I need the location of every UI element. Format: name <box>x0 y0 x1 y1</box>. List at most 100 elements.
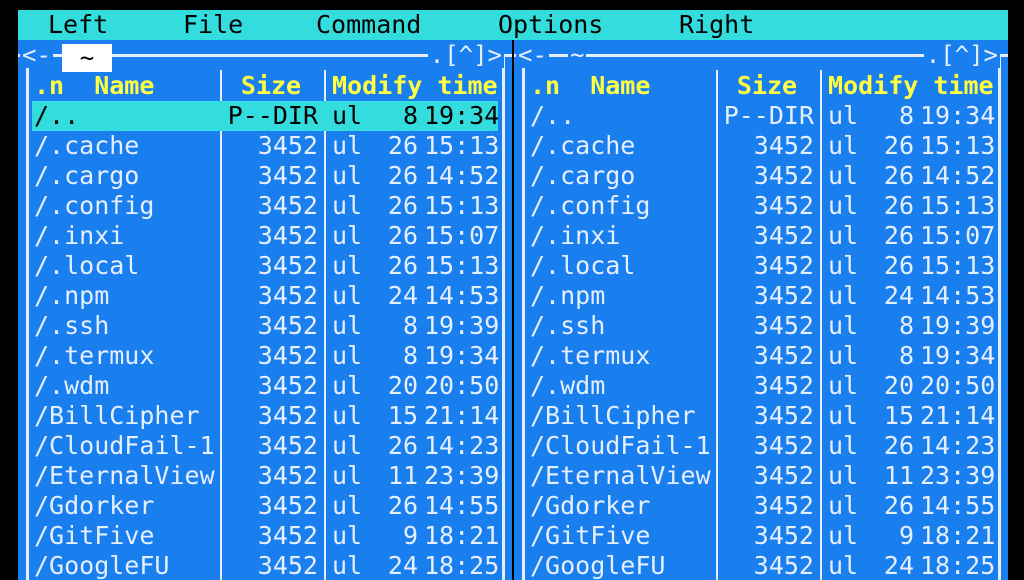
file-row[interactable]: /.npm 3452 ul 24 14:53 <box>514 281 1008 311</box>
modify-clock: 15:13 <box>424 251 500 280</box>
modify-month: ul <box>332 161 363 190</box>
modify-day: 26 <box>883 251 914 280</box>
file-name: /.ssh <box>530 311 606 340</box>
column-header-size[interactable]: Size <box>720 72 814 100</box>
file-modify-time: ul 24 14:53 <box>332 281 504 311</box>
file-name: /.cache <box>530 131 636 160</box>
file-row[interactable]: /EternalView 3452 ul 11 23:39 <box>514 461 1008 491</box>
column-header-name[interactable]: .n Name <box>530 72 650 100</box>
modify-clock: 21:14 <box>424 401 500 430</box>
file-row[interactable]: /GitFive 3452 ul 9 18:21 <box>18 521 512 551</box>
file-row[interactable]: /.termux 3452 ul 8 19:34 <box>18 341 512 371</box>
file-row[interactable]: /.wdm 3452 ul 20 20:50 <box>18 371 512 401</box>
panel-history-arrow[interactable]: <- <box>20 42 53 68</box>
file-modify-time: ul 26 14:52 <box>828 161 1000 191</box>
file-size: 3452 <box>753 161 814 190</box>
file-name: /.config <box>34 191 155 220</box>
modify-clock: 15:13 <box>920 251 996 280</box>
modify-month: ul <box>332 491 363 520</box>
modify-day: 26 <box>387 161 418 190</box>
panel-history-arrow[interactable]: <- <box>516 42 549 68</box>
file-size: 3452 <box>753 551 814 580</box>
modify-day: 26 <box>883 131 914 160</box>
panel-tools[interactable]: .[^]> <box>923 42 1000 68</box>
file-modify-time: ul 26 15:13 <box>828 191 1000 221</box>
modify-clock: 14:55 <box>424 491 500 520</box>
menu-command[interactable]: Command <box>316 10 421 40</box>
column-header-modify-time[interactable]: Modify time <box>828 72 994 100</box>
file-row[interactable]: /.wdm 3452 ul 20 20:50 <box>514 371 1008 401</box>
file-row[interactable]: /.cargo 3452 ul 26 14:52 <box>18 161 512 191</box>
file-row[interactable]: /.config 3452 ul 26 15:13 <box>18 191 512 221</box>
file-row[interactable]: /.cargo 3452 ul 26 14:52 <box>514 161 1008 191</box>
file-row-selected[interactable]: /.. P--DIR ul 8 19:34 <box>18 101 512 131</box>
modify-clock: 15:13 <box>920 131 996 160</box>
file-name: /EternalView <box>34 461 215 490</box>
file-modify-time: ul 8 19:39 <box>828 311 1000 341</box>
modify-day: 24 <box>883 551 914 580</box>
file-modify-time: ul 26 15:07 <box>332 221 504 251</box>
column-header-modify-time[interactable]: Modify time <box>332 72 498 100</box>
file-row[interactable]: /.inxi 3452 ul 26 15:07 <box>514 221 1008 251</box>
modify-day: 8 <box>898 311 914 340</box>
modify-clock: 14:53 <box>920 281 996 310</box>
panel-tools[interactable]: .[^]> <box>427 42 504 68</box>
modify-month: ul <box>828 491 859 520</box>
terminal-screen: Left File Command Options Right <- ~ .[^… <box>0 0 1024 580</box>
file-name: /.. <box>530 101 576 130</box>
file-row[interactable]: /.ssh 3452 ul 8 19:39 <box>514 311 1008 341</box>
file-row[interactable]: /CloudFail-1 3452 ul 26 14:23 <box>514 431 1008 461</box>
file-name: /GitFive <box>34 521 155 550</box>
file-row[interactable]: /CloudFail-1 3452 ul 26 14:23 <box>18 431 512 461</box>
file-row[interactable]: /BillCipher 3452 ul 15 21:14 <box>514 401 1008 431</box>
file-size: 3452 <box>753 521 814 550</box>
file-row[interactable]: /.termux 3452 ul 8 19:34 <box>514 341 1008 371</box>
file-row[interactable]: /BillCipher 3452 ul 15 21:14 <box>18 401 512 431</box>
modify-month: ul <box>332 131 363 160</box>
file-row[interactable]: /.inxi 3452 ul 26 15:07 <box>18 221 512 251</box>
file-row[interactable]: /.cache 3452 ul 26 15:13 <box>18 131 512 161</box>
file-size: 3452 <box>257 461 318 490</box>
file-row[interactable]: /GoogleFU 3452 ul 24 18:25 <box>18 551 512 580</box>
file-row[interactable]: /.ssh 3452 ul 8 19:39 <box>18 311 512 341</box>
modify-month: ul <box>828 551 859 580</box>
file-row[interactable]: /.config 3452 ul 26 15:13 <box>514 191 1008 221</box>
menu-file[interactable]: File <box>183 10 243 40</box>
file-row[interactable]: /.local 3452 ul 26 15:13 <box>18 251 512 281</box>
modify-clock: 18:25 <box>424 551 500 580</box>
file-row[interactable]: /Gdorker 3452 ul 26 14:55 <box>514 491 1008 521</box>
right-file-panel[interactable]: <- ~ .[^]> .n Name Size Modify time /.. P… <box>514 40 1008 580</box>
file-modify-time: ul 26 15:13 <box>332 191 504 221</box>
menu-options[interactable]: Options <box>498 10 603 40</box>
file-list: /.. P--DIR ul 8 19:34/.cache 3452 ul 26 15:13/.c… <box>514 101 1008 580</box>
column-header-name[interactable]: .n Name <box>34 72 154 100</box>
modify-day: 26 <box>387 491 418 520</box>
file-row[interactable]: /GitFive 3452 ul 9 18:21 <box>514 521 1008 551</box>
file-row[interactable]: /EternalView 3452 ul 11 23:39 <box>18 461 512 491</box>
menu-left[interactable]: Left <box>48 10 108 40</box>
file-row[interactable]: /.local 3452 ul 26 15:13 <box>514 251 1008 281</box>
file-row[interactable]: /Gdorker 3452 ul 26 14:55 <box>18 491 512 521</box>
file-row[interactable]: /.cache 3452 ul 26 15:13 <box>514 131 1008 161</box>
modify-month: ul <box>828 431 859 460</box>
menu-right[interactable]: Right <box>679 10 754 40</box>
modify-clock: 14:23 <box>424 431 500 460</box>
modify-day: 26 <box>387 431 418 460</box>
file-size: 3452 <box>257 371 318 400</box>
file-name: /.local <box>34 251 140 280</box>
modify-month: ul <box>332 281 363 310</box>
file-size: 3452 <box>753 311 814 340</box>
modify-day: 8 <box>898 101 914 130</box>
modify-clock: 15:13 <box>424 131 500 160</box>
left-file-panel[interactable]: <- ~ .[^]> .n Name Size Modify time /.. P… <box>18 40 512 580</box>
file-modify-time: ul 26 14:23 <box>828 431 1000 461</box>
file-row[interactable]: /.npm 3452 ul 24 14:53 <box>18 281 512 311</box>
file-modify-time: ul 24 18:25 <box>828 551 1000 580</box>
file-row[interactable]: /GoogleFU 3452 ul 24 18:25 <box>514 551 1008 580</box>
file-size: 3452 <box>753 401 814 430</box>
column-header-size[interactable]: Size <box>224 72 318 100</box>
file-size: 3452 <box>257 191 318 220</box>
file-name: /BillCipher <box>34 401 200 430</box>
file-row[interactable]: /.. P--DIR ul 8 19:34 <box>514 101 1008 131</box>
file-modify-time: ul 8 19:34 <box>332 341 504 371</box>
